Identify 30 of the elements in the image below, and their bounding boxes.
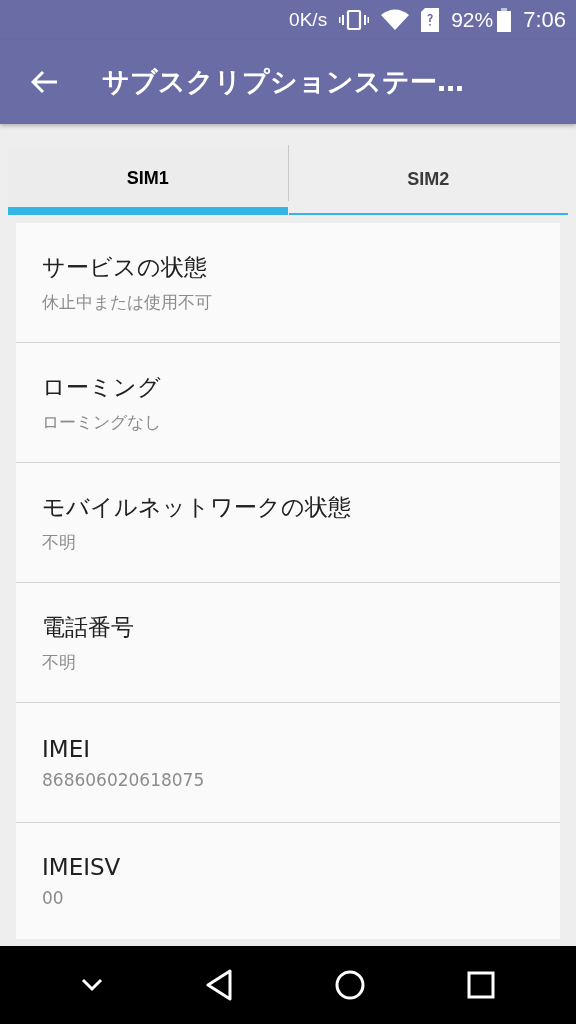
row-title: IMEI [42, 735, 91, 762]
hide-keyboard-button[interactable] [81, 978, 103, 992]
sim-card-icon [421, 8, 440, 32]
row-title: 電話番号 [42, 612, 135, 642]
row-value: 868606020618075 [42, 769, 206, 790]
network-speed: 0K/s [289, 9, 328, 31]
row-title: IMEISV [42, 854, 122, 880]
recents-button[interactable] [467, 971, 495, 999]
status-row[interactable]: モバイルネットワークの状態 不明 [16, 463, 560, 583]
row-title: サービスの状態 [42, 252, 208, 282]
row-value: 休止中または使用不可 [42, 290, 213, 314]
row-value: 00 [42, 888, 65, 908]
clock: 7:06 [523, 7, 566, 33]
row-value: 不明 [42, 530, 77, 554]
row-title: モバイルネットワークの状態 [42, 492, 352, 522]
battery-icon [497, 8, 512, 32]
status-row[interactable]: ローミング ローミングなし [16, 343, 560, 463]
screen-title: サブスクリプションステー… [102, 65, 464, 99]
battery-percentage: 92% [451, 8, 494, 32]
row-title: ローミング [42, 372, 162, 402]
status-row[interactable]: サービスの状態 休止中または使用不可 [16, 223, 560, 343]
back-button[interactable] [205, 969, 233, 1001]
wifi-icon [381, 9, 410, 31]
row-value: 不明 [42, 650, 77, 674]
status-row[interactable]: 電話番号 不明 [16, 583, 560, 703]
home-button[interactable] [335, 970, 365, 1000]
status-row[interactable]: IMEISV 00 [16, 823, 560, 939]
vibrate-icon [339, 9, 370, 31]
row-value: ローミングなし [42, 410, 162, 434]
status-row[interactable]: IMEI 868606020618075 [16, 703, 560, 823]
